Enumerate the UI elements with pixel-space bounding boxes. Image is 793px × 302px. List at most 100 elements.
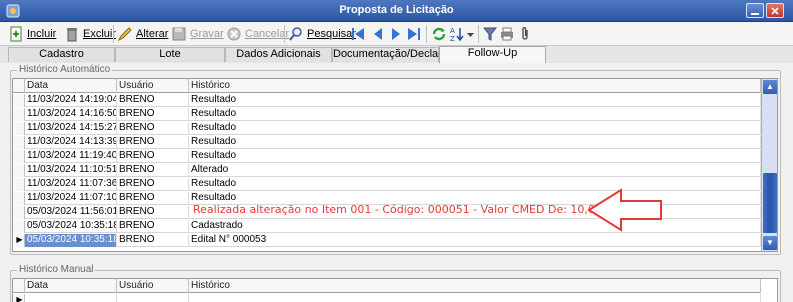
row-indicator — [13, 192, 25, 205]
save-icon — [172, 27, 186, 41]
column-header-historico[interactable]: Histórico — [189, 279, 761, 293]
table-row[interactable]: 11/03/2024 14:13:39 BRENO Resultado — [13, 136, 761, 149]
cell-usuario: BRENO — [117, 150, 189, 163]
toolbar-separator — [426, 25, 427, 43]
close-button[interactable] — [766, 3, 784, 18]
current-row-indicator-icon: ▶ — [13, 294, 25, 302]
cell-data: 11/03/2024 14:16:50 — [27, 108, 117, 121]
table-row[interactable]: ▶ — [13, 294, 761, 302]
scroll-thumb[interactable] — [763, 173, 777, 233]
cell-data: 11/03/2024 11:07:36 — [27, 178, 117, 191]
sort-az-icon[interactable]: AZ — [449, 26, 465, 42]
cell-usuario: BRENO — [117, 178, 189, 191]
filter-icon[interactable] — [482, 26, 498, 42]
cell-data: 11/03/2024 14:13:39 — [27, 136, 117, 149]
print-icon[interactable] — [499, 26, 515, 42]
pesquisar-label: Pesquisar — [307, 28, 356, 40]
row-indicator — [13, 136, 25, 149]
cell-usuario: BRENO — [117, 136, 189, 149]
cell-historico: Resultado — [189, 136, 761, 149]
red-arrow-icon — [587, 188, 662, 232]
cell-data: 05/03/2024 10:35:18 — [27, 220, 117, 233]
cell-historico: Alterado — [189, 164, 761, 177]
grid-header: Data Usuário Histórico — [13, 79, 761, 93]
cell-data: 05/03/2024 10:35:18 — [25, 234, 117, 247]
attachment-icon[interactable] — [517, 26, 533, 42]
svg-text:Z: Z — [450, 35, 455, 42]
table-row[interactable]: 11/03/2024 11:10:51 BRENO Alterado — [13, 164, 761, 177]
minimize-button[interactable] — [746, 3, 764, 18]
cell-usuario: BRENO — [117, 122, 189, 135]
pesquisar-button[interactable]: Pesquisar — [288, 25, 356, 43]
row-indicator — [13, 178, 25, 191]
row-indicator — [13, 220, 25, 233]
search-icon — [289, 27, 302, 41]
table-row[interactable]: 11/03/2024 14:16:50 BRENO Resultado — [13, 108, 761, 121]
scroll-down-icon[interactable]: ▼ — [763, 236, 777, 250]
alterar-label: Alterar — [136, 28, 169, 40]
cell-usuario — [117, 294, 189, 302]
toolbar-separator — [478, 25, 479, 43]
tab-cadastro[interactable]: Cadastro — [8, 47, 115, 62]
row-indicator — [13, 94, 25, 107]
dropdown-arrow-icon[interactable] — [466, 26, 475, 42]
table-row[interactable]: 11/03/2024 14:19:04 BRENO Resultado — [13, 94, 761, 107]
scroll-up-icon[interactable]: ▲ — [763, 80, 777, 94]
indicator-header — [13, 79, 25, 93]
tab-lote[interactable]: Lote — [115, 47, 225, 62]
historico-manual-title: Histórico Manual — [17, 264, 96, 275]
cancel-icon — [227, 27, 241, 41]
row-indicator — [13, 206, 25, 219]
minimize-icon — [751, 12, 759, 15]
tab-documentacao-declaracao[interactable]: Documentação/Declaração — [332, 47, 466, 62]
cell-historico: Resultado — [189, 178, 761, 191]
incluir-label: Incluir — [27, 28, 57, 40]
title-bar: Proposta de Licitação — [0, 0, 793, 22]
cell-historico — [189, 294, 761, 302]
column-header-usuario[interactable]: Usuário — [117, 79, 189, 93]
column-header-data[interactable]: Data — [25, 279, 117, 293]
incluir-button[interactable]: Incluir — [8, 25, 56, 43]
tab-bar: Cadastro Lote Dados Adicionais Documenta… — [0, 46, 793, 63]
cancelar-button[interactable]: Cancelar — [226, 25, 289, 43]
window-title: Proposta de Licitação — [339, 4, 454, 16]
current-row-indicator-icon: ▶ — [13, 234, 25, 247]
tab-dados-adicionais[interactable]: Dados Adicionais — [225, 47, 332, 62]
cell-data: 11/03/2024 14:15:27 — [27, 122, 117, 135]
cell-historico: Resultado — [189, 108, 761, 121]
svg-text:A: A — [450, 27, 455, 35]
cell-usuario: BRENO — [117, 108, 189, 121]
vertical-scrollbar[interactable]: ▲ ▼ — [761, 79, 777, 251]
previous-record-icon[interactable] — [370, 26, 386, 42]
alterar-button[interactable]: Alterar — [117, 25, 168, 43]
next-record-icon[interactable] — [388, 26, 404, 42]
first-record-icon[interactable] — [350, 26, 366, 42]
refresh-icon[interactable] — [431, 26, 447, 42]
add-document-icon — [10, 26, 22, 42]
column-header-usuario[interactable]: Usuário — [117, 279, 189, 293]
historico-automatico-title: Histórico Automático — [17, 64, 113, 75]
cell-historico: Resultado — [189, 150, 761, 163]
tab-follow-up[interactable]: Follow-Up — [439, 46, 546, 63]
cell-usuario: BRENO — [117, 234, 189, 247]
gravar-label: Gravar — [190, 28, 224, 40]
cell-data: 11/03/2024 11:10:51 — [27, 164, 117, 177]
grid-header: Data Usuário Histórico — [13, 279, 761, 293]
cell-data — [25, 294, 117, 302]
last-record-icon[interactable] — [406, 26, 422, 42]
gravar-button[interactable]: Gravar — [171, 25, 224, 43]
excluir-button[interactable]: Excluir — [64, 25, 116, 43]
historico-manual-grid[interactable]: Data Usuário Histórico ▶ — [12, 278, 778, 302]
toolbar: Incluir Excluir Alterar Gravar Cancelar … — [0, 22, 793, 46]
cell-historico: Resultado — [189, 122, 761, 135]
cell-usuario: BRENO — [117, 94, 189, 107]
row-indicator — [13, 122, 25, 135]
toolbar-separator — [284, 25, 285, 43]
cell-usuario: BRENO — [117, 206, 189, 219]
column-header-data[interactable]: Data — [25, 79, 117, 93]
table-row[interactable]: 11/03/2024 11:19:40 BRENO Resultado — [13, 150, 761, 163]
table-row-selected[interactable]: ▶ 05/03/2024 10:35:18 BRENO Edital N° 00… — [13, 234, 761, 247]
table-row[interactable]: 11/03/2024 14:15:27 BRENO Resultado — [13, 122, 761, 135]
excluir-label: Excluir — [83, 28, 117, 40]
column-header-historico[interactable]: Histórico — [189, 79, 761, 93]
